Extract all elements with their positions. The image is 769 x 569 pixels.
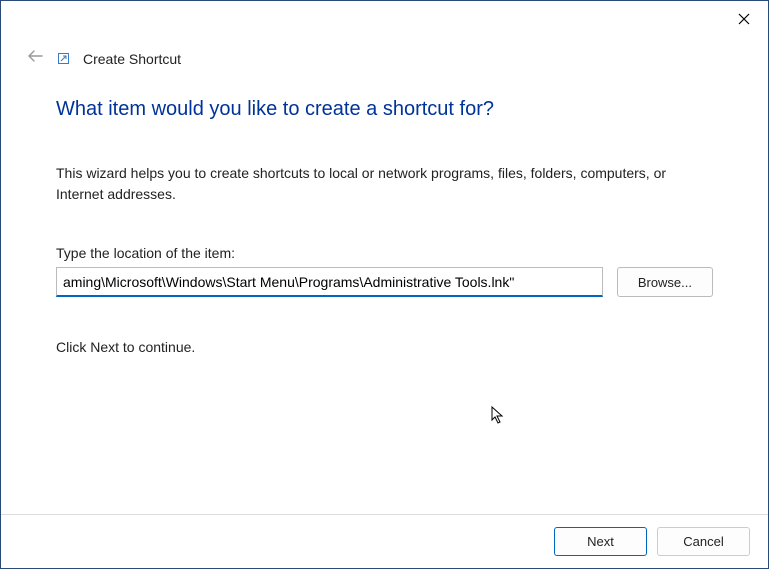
back-arrow-icon[interactable] — [25, 49, 45, 68]
page-heading: What item would you like to create a sho… — [56, 98, 713, 121]
wizard-title: Create Shortcut — [83, 51, 181, 67]
wizard-content: What item would you like to create a sho… — [1, 68, 768, 355]
browse-button[interactable]: Browse... — [617, 267, 713, 297]
wizard-footer: Next Cancel — [1, 514, 768, 568]
wizard-header: Create Shortcut — [1, 39, 768, 68]
location-input[interactable] — [56, 267, 603, 297]
location-label: Type the location of the item: — [56, 245, 713, 261]
shortcut-icon — [57, 53, 69, 65]
cancel-button[interactable]: Cancel — [657, 527, 750, 556]
titlebar — [1, 1, 768, 39]
close-button[interactable] — [734, 9, 754, 29]
cursor-icon — [491, 406, 507, 426]
continue-text: Click Next to continue. — [56, 339, 713, 355]
close-icon — [738, 13, 750, 25]
wizard-description: This wizard helps you to create shortcut… — [56, 163, 713, 205]
location-row: Browse... — [56, 267, 713, 297]
next-button[interactable]: Next — [554, 527, 647, 556]
